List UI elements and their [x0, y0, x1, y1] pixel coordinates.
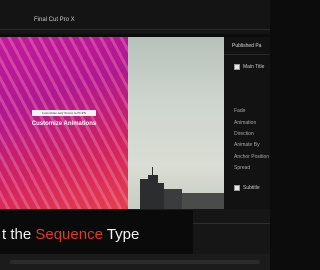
app-titlebar: Final Cut Pro X [0, 0, 270, 34]
scroll-track[interactable] [10, 260, 260, 264]
building-antenna [152, 167, 153, 175]
subtitle-checkbox[interactable] [234, 185, 240, 191]
param-animate-by[interactable]: Animate By [234, 142, 260, 148]
param-animation[interactable]: Animation [234, 120, 256, 126]
timeline-area[interactable] [193, 209, 270, 254]
bottom-toolbar [0, 254, 270, 270]
param-direction[interactable]: Direction [234, 131, 254, 137]
titlebar-divider [0, 29, 270, 30]
app-title: Final Cut Pro X [34, 17, 75, 23]
inspector-title: Published Pa [232, 43, 262, 49]
lower-third-accent: Sequence [35, 226, 103, 243]
inspector-panel: Published Pa Main Title Fade Animation D… [224, 37, 270, 209]
main-title-label: Main Title [243, 64, 265, 70]
video-viewer[interactable]: Customize Any Preset in FCPX Customize A… [0, 37, 224, 209]
caption-main: Customize Animations [31, 121, 97, 127]
timeline-divider [193, 223, 270, 224]
building [182, 193, 224, 209]
param-fade[interactable]: Fade [234, 108, 245, 114]
building [148, 175, 158, 209]
tutorial-lower-third: t the Sequence Type [0, 209, 193, 254]
param-spread[interactable]: Spread [234, 165, 250, 171]
inspector-divider [224, 54, 270, 55]
building [164, 189, 182, 209]
subtitle-label: Subtitle [243, 185, 260, 191]
main-title-checkbox[interactable] [234, 64, 240, 70]
caption-small: Customize Any Preset in FCPX [32, 110, 96, 116]
lower-third-after: Type [102, 226, 140, 243]
param-anchor-position[interactable]: Anchor Position [234, 154, 269, 160]
lower-third-before: t the [2, 226, 36, 243]
lower-third-text: t the Sequence Type [2, 226, 139, 243]
building [140, 179, 148, 209]
